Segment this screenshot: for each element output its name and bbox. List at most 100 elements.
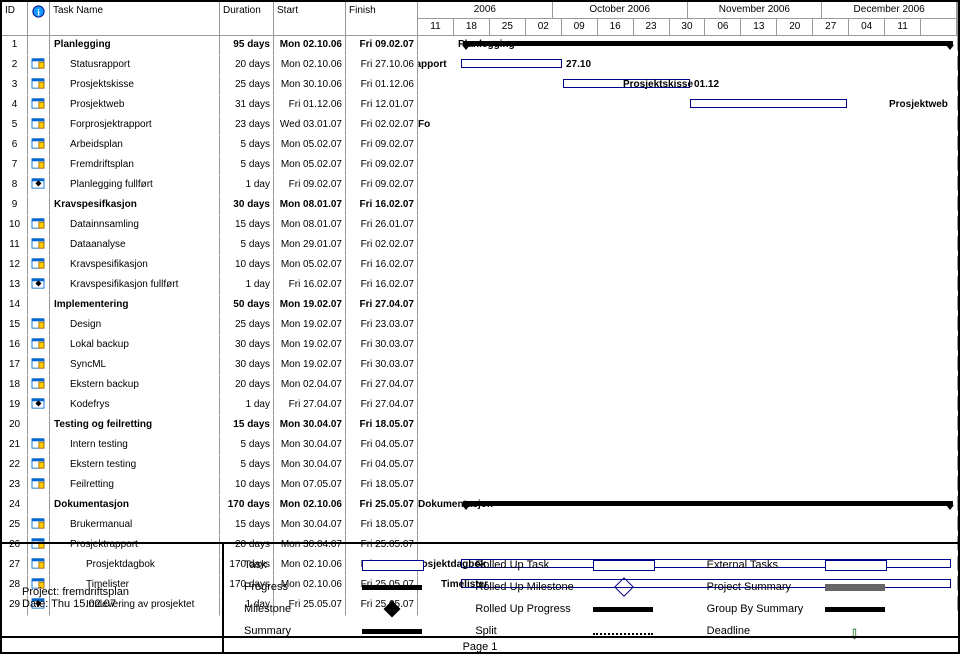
cell-ico (28, 196, 50, 216)
cell-ico (28, 256, 50, 276)
cell-id: 18 (2, 376, 28, 396)
day-header: 09 (562, 19, 598, 35)
cell-ico (28, 396, 50, 416)
cell-dt: Mon 02.10.06 (274, 496, 346, 516)
gantt-cell (418, 256, 958, 271)
cell-id: 12 (2, 256, 28, 276)
task-icon (31, 137, 45, 149)
task-row: 5Forprosjektrapport23 daysWed 03.01.07Fr… (2, 116, 958, 136)
task-row: 11Dataanalyse5 daysMon 29.01.07Fri 02.02… (2, 236, 958, 256)
gantt-cell (418, 356, 958, 371)
cell-ico (28, 116, 50, 136)
task-row: 2Statusrapport20 daysMon 02.10.06Fri 27.… (2, 56, 958, 76)
task-row: 18Ekstern backup20 daysMon 02.04.07Fri 2… (2, 376, 958, 396)
cell-ico (28, 176, 50, 196)
legend-label: Rolled Up Milestone (475, 581, 585, 593)
cell-dt: Fri 27.04.07 (274, 396, 346, 416)
task-icon (31, 257, 45, 269)
cell-name: Feilretting (50, 476, 220, 496)
task-row: 15Design25 daysMon 19.02.07Fri 23.03.07 (2, 316, 958, 336)
cell-dur: 31 days (220, 96, 274, 116)
cell-ico (28, 296, 50, 316)
cell-dt: Mon 05.02.07 (274, 156, 346, 176)
cell-name: Dokumentasjon (50, 496, 220, 516)
month-header: October 2006 (553, 2, 688, 18)
cell-id: 24 (2, 496, 28, 516)
day-header: 16 (598, 19, 634, 35)
task-icon (31, 377, 45, 389)
cell-id: 25 (2, 516, 28, 536)
cell-dt2: Fri 16.02.07 (346, 196, 418, 216)
legend-swatch (362, 629, 422, 634)
cell-name: Ekstern testing (50, 456, 220, 476)
cell-ico (28, 416, 50, 436)
cell-ico (28, 236, 50, 256)
gantt-cell (418, 376, 958, 391)
col-info-icon: i (28, 2, 50, 35)
cell-dt2: Fri 04.05.07 (346, 456, 418, 476)
task-row: 16Lokal backup30 daysMon 19.02.07Fri 30.… (2, 336, 958, 356)
task-icon (31, 337, 45, 349)
cell-id: 13 (2, 276, 28, 296)
cell-ico (28, 216, 50, 236)
cell-dt2: Fri 09.02.07 (346, 176, 418, 196)
legend-item: Project Summary (707, 576, 938, 598)
gantt-cell: Fo (418, 116, 958, 131)
legend-label: Project Summary (707, 581, 817, 593)
cell-dt: Mon 02.10.06 (274, 36, 346, 56)
cell-dt2: Fri 16.02.07 (346, 256, 418, 276)
task-icon (31, 217, 45, 229)
cell-id: 10 (2, 216, 28, 236)
cell-ico (28, 436, 50, 456)
cell-name: Implementering (50, 296, 220, 316)
gantt-cell (418, 436, 958, 451)
cell-name: Brukermanual (50, 516, 220, 536)
cell-id: 1 (2, 36, 28, 56)
task-row: 14Implementering50 daysMon 19.02.07Fri 2… (2, 296, 958, 316)
legend-swatch: ⇩ (825, 626, 909, 636)
legend-label: Milestone (244, 603, 354, 615)
cell-ico (28, 516, 50, 536)
day-header: 30 (670, 19, 706, 35)
cell-name: Kravspesifikasjon fullført (50, 276, 220, 296)
cell-dt: Mon 19.02.07 (274, 336, 346, 356)
cell-dur: 170 days (220, 496, 274, 516)
gantt-cell: Prosjektskisse01.12 (418, 76, 958, 91)
month-header: November 2006 (688, 2, 823, 18)
cell-dt: Wed 03.01.07 (274, 116, 346, 136)
cell-dt: Fri 01.12.06 (274, 96, 346, 116)
legend-item: Rolled Up Progress (475, 598, 706, 620)
cell-dur: 23 days (220, 116, 274, 136)
task-icon (31, 497, 45, 509)
page-number: Page 1 (2, 636, 958, 653)
cell-ico (28, 316, 50, 336)
task-icon (31, 97, 45, 109)
cell-dur: 25 days (220, 316, 274, 336)
gantt-cell (418, 316, 958, 331)
cell-dt: Mon 02.04.07 (274, 376, 346, 396)
cell-name: Dataanalyse (50, 236, 220, 256)
legend-label: Rolled Up Progress (475, 603, 585, 615)
cell-id: 7 (2, 156, 28, 176)
day-header (921, 19, 957, 35)
cell-ico (28, 376, 50, 396)
cell-name: Kravspesifkasjon (50, 196, 220, 216)
gantt-cell (418, 196, 958, 211)
gantt-cell: Prosjektweb (418, 96, 958, 111)
cell-dt2: Fri 12.01.07 (346, 96, 418, 116)
cell-dur: 1 day (220, 396, 274, 416)
col-start: Start (274, 2, 346, 35)
cell-dt2: Fri 02.02.07 (346, 236, 418, 256)
task-icon (31, 57, 45, 69)
task-row: 10Datainnsamling15 daysMon 08.01.07Fri 2… (2, 216, 958, 236)
legend-label: Group By Summary (707, 603, 817, 615)
gantt-page: ID i Task Name Duration Start Finish 200… (0, 0, 960, 654)
legend-swatch (825, 607, 885, 612)
cell-dt: Mon 30.04.07 (274, 516, 346, 536)
cell-dur: 1 day (220, 176, 274, 196)
cell-dur: 10 days (220, 476, 274, 496)
gantt-cell (418, 416, 958, 431)
cell-dt2: Fri 27.04.07 (346, 296, 418, 316)
cell-name: Lokal backup (50, 336, 220, 356)
cell-id: 21 (2, 436, 28, 456)
